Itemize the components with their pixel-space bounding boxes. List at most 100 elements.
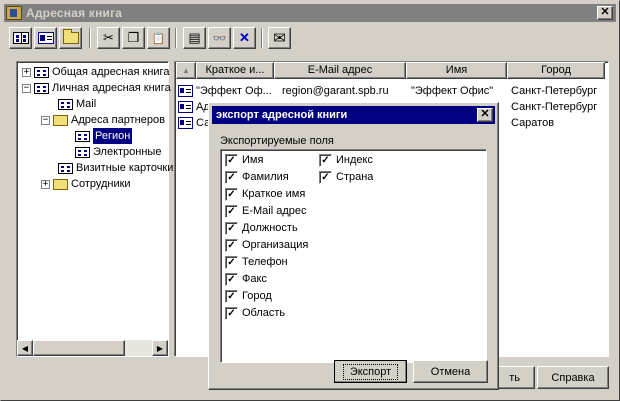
- tree-item-general-address-book[interactable]: + Общая адресная книга: [22, 64, 169, 80]
- collapse-icon[interactable]: −: [41, 115, 50, 125]
- checkbox-check-icon[interactable]: ✓: [225, 289, 238, 303]
- tree-item-business-cards[interactable]: Визитные карточки: [58, 160, 173, 176]
- contact-card-icon: [178, 101, 193, 113]
- column-header-name[interactable]: Имя: [406, 62, 507, 79]
- tree-item-label: Визитные карточки: [76, 162, 174, 174]
- tree-item-label: Электронные: [93, 146, 162, 158]
- toolbar-delete-button[interactable]: ✕: [233, 27, 256, 49]
- field-checkbox-region[interactable]: ✓ Область: [225, 305, 285, 321]
- checkbox-check-icon[interactable]: ✓: [225, 204, 238, 218]
- field-checkbox-position[interactable]: ✓ Должность: [225, 220, 298, 236]
- checkbox-check-icon[interactable]: ✓: [225, 255, 238, 269]
- folder-icon: [62, 29, 79, 44]
- address-book-icon: [34, 82, 49, 94]
- checkbox-check-icon[interactable]: ✓: [225, 238, 238, 252]
- dialog-close-button[interactable]: ✕: [477, 108, 493, 122]
- field-checkbox-phone[interactable]: ✓ Телефон: [225, 254, 288, 270]
- toolbar-new-contact-button[interactable]: [34, 27, 57, 49]
- toolbar-find-button[interactable]: 👓: [208, 27, 231, 49]
- folder-tree[interactable]: + Общая адресная книга − Личная адресная…: [16, 61, 173, 357]
- field-checkbox-first-name[interactable]: ✓ Имя: [225, 152, 263, 168]
- toolbar-new-folder-button[interactable]: [59, 27, 82, 49]
- column-header-short-name[interactable]: Краткое и...: [196, 62, 274, 79]
- checkbox-label: Индекс: [336, 154, 373, 166]
- cell-city: Санкт-Петербург: [511, 101, 598, 113]
- delete-icon: ✕: [239, 30, 250, 45]
- checkbox-check-icon[interactable]: ✓: [225, 221, 238, 235]
- toolbar-copy-button[interactable]: ❐: [122, 27, 145, 49]
- mail-icon: ✉: [273, 30, 286, 47]
- contact-card-icon: [37, 32, 54, 44]
- toolbar-paste-button[interactable]: 📋: [147, 27, 170, 49]
- tree-item-partner-addresses[interactable]: − Адреса партнеров: [41, 112, 165, 128]
- button-label: Экспорт: [342, 363, 399, 380]
- tree-item-employees[interactable]: + Сотрудники: [41, 176, 131, 192]
- column-header-email[interactable]: E-Mail адрес: [274, 62, 406, 79]
- help-button[interactable]: Справка: [537, 366, 609, 389]
- cell-short-name: "Эффект Оф...: [196, 85, 272, 97]
- checkbox-check-icon[interactable]: ✓: [319, 170, 332, 184]
- tree-item-mail[interactable]: Mail: [58, 96, 96, 112]
- window-title: Адресная книга: [26, 6, 123, 20]
- cell-city: Саратов: [511, 117, 555, 129]
- checkbox-label: E-Mail адрес: [242, 205, 307, 217]
- table-row[interactable]: "Эффект Оф... region@garant.spb.ru "Эффе…: [175, 83, 605, 99]
- expand-icon[interactable]: +: [22, 67, 31, 77]
- toolbar-properties-button[interactable]: ▤: [183, 27, 206, 49]
- window-titlebar[interactable]: Адресная книга ✕: [4, 4, 616, 22]
- expand-icon[interactable]: +: [41, 179, 50, 189]
- address-book-icon: [75, 146, 90, 158]
- field-checkbox-email[interactable]: ✓ E-Mail адрес: [225, 203, 307, 219]
- toolbar-send-mail-button[interactable]: ✉: [268, 27, 291, 49]
- column-header-city[interactable]: Город: [507, 62, 605, 79]
- tree-item-label: Адреса партнеров: [71, 114, 165, 126]
- button-label: Справка: [551, 371, 595, 384]
- checkbox-check-icon[interactable]: ✓: [225, 170, 238, 184]
- field-checkbox-last-name[interactable]: ✓ Фамилия: [225, 169, 289, 185]
- export-button[interactable]: Экспорт: [334, 360, 407, 383]
- paste-icon: 📋: [151, 32, 166, 45]
- collapse-icon[interactable]: −: [22, 83, 31, 93]
- checkbox-label: Фамилия: [242, 171, 289, 183]
- checkbox-label: Страна: [336, 171, 374, 183]
- scroll-left-icon[interactable]: ◀: [17, 340, 33, 356]
- scroll-right-icon[interactable]: ▶: [152, 340, 168, 356]
- contact-card-icon: [178, 117, 193, 129]
- scroll-thumb[interactable]: [33, 340, 125, 356]
- cancel-button[interactable]: Отмена: [413, 360, 488, 383]
- folder-icon: [53, 114, 68, 126]
- field-checkbox-postal-code[interactable]: ✓ Индекс: [319, 152, 373, 168]
- checkbox-label: Область: [242, 307, 286, 319]
- checkbox-check-icon[interactable]: ✓: [225, 306, 238, 320]
- field-checkbox-organization[interactable]: ✓ Организация: [225, 237, 308, 253]
- checkbox-check-icon[interactable]: ✓: [225, 187, 238, 201]
- window-close-button[interactable]: ✕: [597, 6, 613, 20]
- tree-item-personal-address-book[interactable]: − Личная адресная книга: [22, 80, 171, 96]
- field-checkbox-city[interactable]: ✓ Город: [225, 288, 272, 304]
- tree-item-electronic[interactable]: Электронные: [75, 144, 161, 160]
- checkbox-label: Телефон: [242, 256, 288, 268]
- button-label: Отмена: [430, 365, 471, 378]
- checkbox-label: Город: [242, 290, 272, 302]
- toolbar: ✂ ❐ 📋 ▤ 👓 ✕ ✉: [9, 27, 609, 51]
- column-header-icon[interactable]: ▲: [176, 62, 196, 79]
- tree-horizontal-scrollbar[interactable]: ◀ ▶: [17, 340, 168, 356]
- checkbox-check-icon[interactable]: ✓: [319, 153, 332, 167]
- checkbox-check-icon[interactable]: ✓: [225, 153, 238, 167]
- field-checkbox-country[interactable]: ✓ Страна: [319, 169, 373, 185]
- field-checkbox-fax[interactable]: ✓ Факс: [225, 271, 267, 287]
- tree-item-region[interactable]: Регион: [75, 128, 133, 144]
- contact-card-icon: [178, 85, 193, 97]
- export-fields-list[interactable]: ✓ Имя ✓ Фамилия ✓ Краткое имя ✓ E-Mail а…: [220, 149, 487, 363]
- address-book-icon: [12, 32, 29, 44]
- toolbar-address-book-button[interactable]: [9, 27, 32, 49]
- address-book-app-icon: [6, 6, 22, 20]
- toolbar-cut-button[interactable]: ✂: [97, 27, 120, 49]
- checkbox-label: Краткое имя: [242, 188, 306, 200]
- field-checkbox-short-name[interactable]: ✓ Краткое имя: [225, 186, 305, 202]
- folder-icon: [53, 178, 68, 190]
- dialog-titlebar[interactable]: экспорт адресной книги ✕: [212, 106, 495, 124]
- address-book-icon: [75, 130, 90, 142]
- cell-city: Санкт-Петербург: [511, 85, 598, 97]
- checkbox-check-icon[interactable]: ✓: [225, 272, 238, 286]
